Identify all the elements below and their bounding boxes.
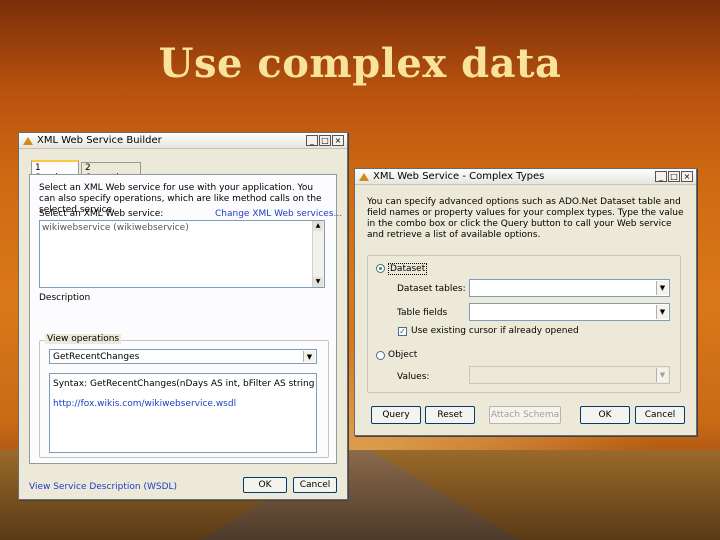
complex-titlebar: XML Web Service - Complex Types _ □ × bbox=[355, 169, 696, 185]
builder-cancel-button[interactable]: Cancel bbox=[293, 477, 337, 493]
object-radio-label[interactable]: Object bbox=[388, 350, 417, 360]
app-icon bbox=[359, 172, 369, 181]
object-radio[interactable] bbox=[376, 351, 385, 360]
attach-schema-button[interactable]: Attach Schema bbox=[489, 406, 561, 424]
minimize-icon[interactable]: _ bbox=[306, 135, 318, 146]
use-cursor-checkbox[interactable]: ✓ bbox=[398, 327, 407, 336]
operation-select[interactable]: GetRecentChanges ▼ bbox=[49, 349, 317, 364]
service-list-scrollbar[interactable]: ▲ ▼ bbox=[312, 221, 324, 287]
minimize-icon[interactable]: _ bbox=[655, 171, 667, 182]
app-icon bbox=[23, 136, 33, 145]
description-label: Description bbox=[39, 293, 91, 303]
slide-title: Use complex data bbox=[158, 40, 562, 87]
dataset-radio-label[interactable]: Dataset bbox=[388, 263, 428, 275]
service-list[interactable]: wikiwebservice (wikiwebservice) ▲ ▼ bbox=[39, 220, 325, 288]
table-fields-label: Table fields bbox=[397, 308, 448, 318]
values-label: Values: bbox=[397, 372, 430, 382]
values-combo[interactable]: ▼ bbox=[469, 366, 670, 384]
maximize-icon[interactable]: □ bbox=[668, 171, 680, 182]
table-fields-combo[interactable]: ▼ bbox=[469, 303, 670, 321]
complex-title: XML Web Service - Complex Types bbox=[373, 171, 545, 182]
builder-titlebar: XML Web Service Builder _ □ × bbox=[19, 133, 347, 149]
operation-details-box: Syntax: GetRecentChanges(nDays AS int, b… bbox=[49, 373, 317, 453]
syntax-text: Syntax: GetRecentChanges(nDays AS int, b… bbox=[53, 379, 315, 389]
dropdown-arrow-icon[interactable]: ▼ bbox=[656, 368, 668, 382]
dropdown-arrow-icon[interactable]: ▼ bbox=[656, 281, 668, 295]
reset-button[interactable]: Reset bbox=[425, 406, 475, 424]
query-button[interactable]: Query bbox=[371, 406, 421, 424]
close-icon[interactable]: × bbox=[332, 135, 344, 146]
service-list-item[interactable]: wikiwebservice (wikiwebservice) bbox=[42, 223, 189, 233]
select-service-label: Select an XML Web service: bbox=[39, 209, 164, 219]
builder-title: XML Web Service Builder bbox=[37, 135, 162, 146]
dataset-tables-label: Dataset tables: bbox=[397, 284, 466, 294]
complex-description: You can specify advanced options such as… bbox=[367, 197, 684, 240]
view-wsdl-link[interactable]: View Service Description (WSDL) bbox=[29, 482, 177, 492]
builder-ok-button[interactable]: OK bbox=[243, 477, 287, 493]
use-cursor-label: Use existing cursor if already opened bbox=[411, 326, 579, 336]
maximize-icon[interactable]: □ bbox=[319, 135, 331, 146]
web-service-builder-dialog: XML Web Service Builder _ □ × 1 Services… bbox=[18, 132, 348, 500]
wsdl-url-link[interactable]: http://fox.wikis.com/wikiwebservice.wsdl bbox=[53, 399, 236, 409]
close-icon[interactable]: × bbox=[681, 171, 693, 182]
dataset-radio[interactable] bbox=[376, 264, 385, 273]
dropdown-arrow-icon[interactable]: ▼ bbox=[303, 351, 315, 362]
scroll-down-icon[interactable]: ▼ bbox=[313, 277, 323, 287]
complex-cancel-button[interactable]: Cancel bbox=[635, 406, 685, 424]
change-web-services-link[interactable]: Change XML Web services... bbox=[215, 209, 342, 219]
operation-select-value: GetRecentChanges bbox=[53, 352, 140, 362]
tab-operations[interactable]: 2 Operations bbox=[81, 162, 141, 183]
dropdown-arrow-icon[interactable]: ▼ bbox=[656, 305, 668, 319]
complex-ok-button[interactable]: OK bbox=[580, 406, 630, 424]
tab-services[interactable]: 1 Services bbox=[31, 160, 79, 183]
complex-types-dialog: XML Web Service - Complex Types _ □ × Yo… bbox=[354, 168, 697, 436]
view-operations-label: View operations bbox=[45, 334, 122, 344]
dataset-tables-combo[interactable]: ▼ bbox=[469, 279, 670, 297]
scroll-up-icon[interactable]: ▲ bbox=[313, 221, 323, 231]
